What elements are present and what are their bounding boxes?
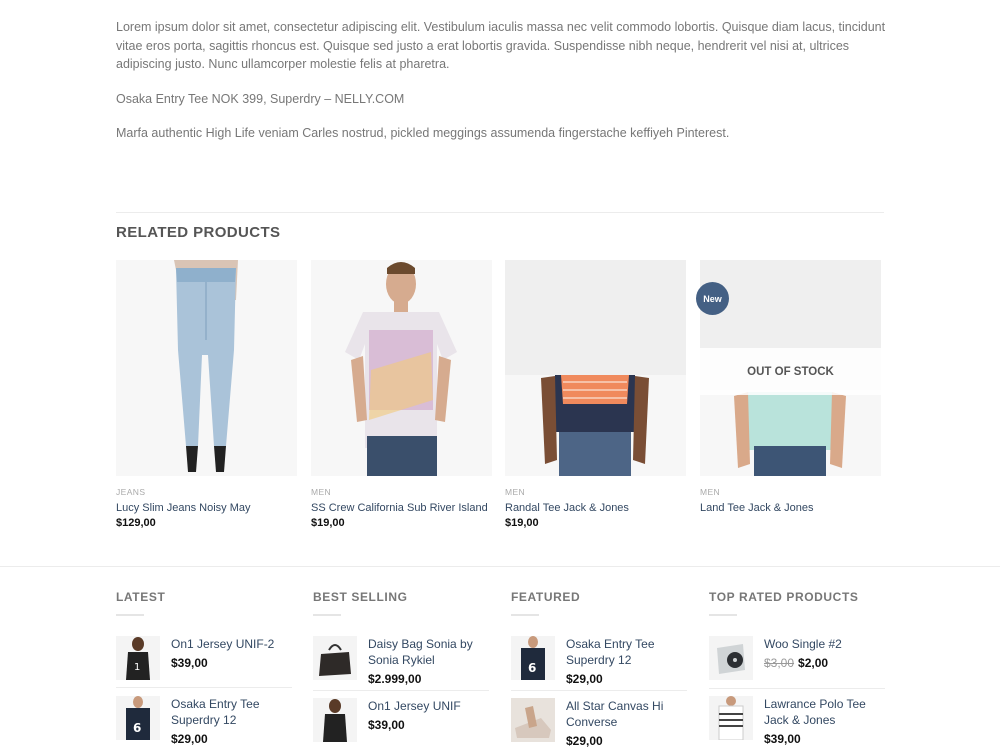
product-name-link[interactable]: Daisy Bag Sonia by Sonia Rykiel [368,636,493,668]
widget-title: BEST SELLING [313,590,408,604]
section-divider [0,566,1000,567]
title-underline [709,614,737,616]
product-name-link[interactable]: Lawrance Polo Tee Jack & Jones [764,696,889,728]
product-thumbnail[interactable] [313,636,357,680]
title-underline [116,614,144,616]
product-image[interactable] [505,260,686,476]
product-price: $19,00 [505,517,539,529]
product-name-link[interactable]: SS Crew California Sub River Island [311,502,492,514]
product-price: $3,00 $2,00 [764,656,828,670]
product-card[interactable]: MEN Randal Tee Jack & Jones $19,00 [505,260,686,529]
product-card[interactable]: JEANS Lucy Slim Jeans Noisy May $129,00 [116,260,297,529]
product-name-link[interactable]: Land Tee Jack & Jones [700,502,881,514]
svg-text:1: 1 [134,662,140,673]
product-price: $29,00 [566,672,603,686]
product-category: MEN [700,487,721,497]
product-category: MEN [505,487,526,497]
product-price: $39,00 [171,656,208,670]
product-price: $19,00 [311,517,345,529]
old-price: $3,00 [764,656,795,670]
product-thumbnail[interactable]: 1 [116,636,160,680]
product-thumbnail[interactable] [313,698,357,742]
widget-top-rated: TOP RATED PRODUCTS Woo Single #2 $3,00 $2… [709,590,885,746]
product-name-link[interactable]: All Star Canvas Hi Converse [566,698,691,730]
product-name-link[interactable]: Osaka Entry Tee Superdry 12 [566,636,691,668]
product-category: MEN [311,487,332,497]
product-image[interactable] [311,260,492,476]
sale-price: $2,00 [798,656,829,670]
widget-title: FEATURED [511,590,581,604]
widget-latest: LATEST 1 On1 Jersey UNIF-2 $39,00 6 Osak… [116,590,292,746]
product-name-link[interactable]: Lucy Slim Jeans Noisy May [116,502,297,514]
product-price: $39,00 [368,718,405,732]
item-divider [709,688,885,689]
title-underline [511,614,539,616]
related-products-title: RELATED PRODUCTS [116,224,281,241]
out-of-stock-label: OUT OF STOCK [700,348,881,395]
product-name-link[interactable]: On1 Jersey UNIF [368,698,493,714]
item-divider [511,690,687,691]
svg-text:6: 6 [133,721,141,735]
product-price: $39,00 [764,732,801,746]
product-price: $129,00 [116,517,156,529]
section-divider [116,212,884,213]
product-thumbnail[interactable] [709,696,753,740]
widget-title: TOP RATED PRODUCTS [709,590,859,604]
widget-title: LATEST [116,590,166,604]
product-thumbnail[interactable]: 6 [116,696,160,740]
product-name-link[interactable]: On1 Jersey UNIF-2 [171,636,296,652]
product-price: $29,00 [171,732,208,746]
product-name-link[interactable]: Woo Single #2 [764,636,889,652]
product-price: $2.999,00 [368,672,422,686]
description-paragraph: Lorem ipsum dolor sit amet, consectetur … [116,20,886,71]
svg-text:6: 6 [528,661,536,675]
product-thumbnail[interactable]: 6 [511,636,555,680]
widget-featured: FEATURED 6 Osaka Entry Tee Superdry 12 $… [511,590,687,748]
item-divider [116,687,292,688]
item-divider [313,690,489,691]
title-underline [313,614,341,616]
product-card[interactable]: MEN SS Crew California Sub River Island … [311,260,492,529]
product-description: Lorem ipsum dolor sit amet, consectetur … [116,18,886,159]
product-thumbnail[interactable] [511,698,555,742]
widget-best-selling: BEST SELLING Daisy Bag Sonia by Sonia Ry… [313,590,489,742]
description-paragraph: Marfa authentic High Life veniam Carles … [116,126,730,140]
product-name-link[interactable]: Osaka Entry Tee Superdry 12 [171,696,296,728]
description-paragraph: Osaka Entry Tee NOK 399, Superdry – NELL… [116,91,405,106]
product-price: $29,00 [566,734,603,748]
new-badge: New [696,282,729,315]
product-name-link[interactable]: Randal Tee Jack & Jones [505,502,686,514]
product-category: JEANS [116,487,146,497]
product-thumbnail[interactable] [709,636,753,680]
product-image[interactable] [116,260,297,476]
